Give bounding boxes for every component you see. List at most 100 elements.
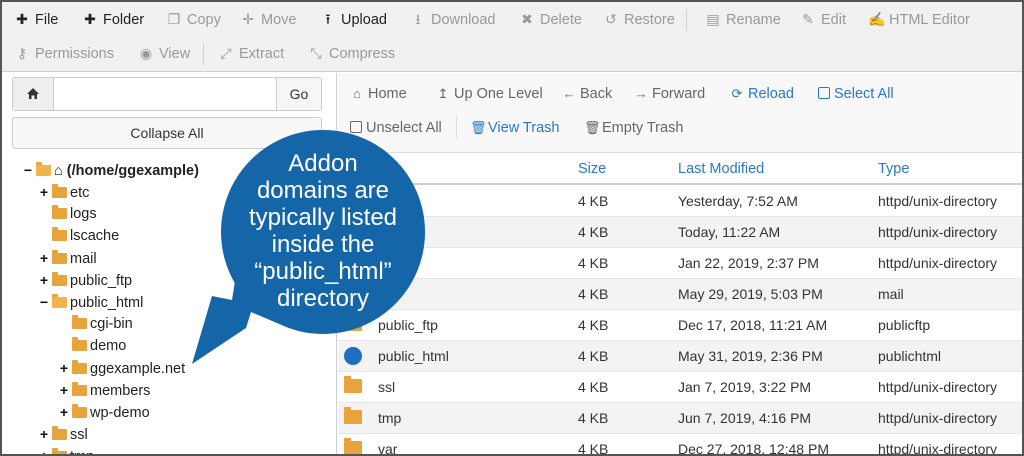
tree-item-demo[interactable]: demo bbox=[58, 335, 126, 357]
button-label: Delete bbox=[540, 12, 582, 28]
tree-item-label: (/home/ggexample) bbox=[66, 163, 199, 179]
button-label: Select All bbox=[834, 86, 894, 102]
table-row[interactable]: 4 KB Today, 11:22 AM httpd/unix-directory bbox=[338, 217, 1024, 248]
button-label: Download bbox=[431, 12, 496, 28]
home-icon: ⌂ bbox=[353, 86, 361, 101]
folder-icon bbox=[52, 250, 67, 264]
table-row[interactable]: ssl 4 KB Jan 7, 2019, 3:22 PM httpd/unix-di… bbox=[338, 372, 1024, 403]
restore-icon: ↺ bbox=[605, 11, 617, 27]
copy-button[interactable]: ❐ Copy bbox=[166, 2, 221, 36]
button-label: File bbox=[35, 12, 59, 28]
restore-button[interactable]: ↺ Restore bbox=[603, 2, 675, 36]
tree-item-lscache[interactable]: lscache bbox=[38, 225, 119, 247]
path-bar: Go bbox=[12, 77, 322, 111]
table-row[interactable]: tmp 4 KB Jun 7, 2019, 4:16 PM httpd/unix-di… bbox=[338, 403, 1024, 434]
tree-item-tmp[interactable]: + tmp bbox=[38, 445, 94, 456]
cell-size: 4 KB bbox=[578, 348, 609, 364]
button-label: Copy bbox=[187, 12, 221, 28]
empty-trash-button[interactable]: 🗑Empty Trash bbox=[584, 113, 683, 143]
collapse-icon[interactable]: − bbox=[38, 291, 50, 313]
tree-item-ggexample-net[interactable]: + ggexample.net bbox=[58, 357, 185, 379]
view-trash-button[interactable]: 🗑View Trash bbox=[470, 113, 559, 143]
tree-item-public-html[interactable]: − public_html bbox=[38, 291, 143, 313]
button-label: Up One Level bbox=[454, 86, 543, 102]
table-header: e Size Last Modified Type bbox=[338, 153, 1024, 185]
trash-icon: 🗑 bbox=[470, 120, 487, 135]
expand-icon[interactable]: + bbox=[58, 401, 70, 423]
navigation-bar: ⌂ Home ↥ Up One Level ← Back → Forward ⟳ Reload Se… bbox=[338, 73, 1024, 153]
tree-item-members[interactable]: + members bbox=[58, 379, 150, 401]
tree-item-label: ssl bbox=[70, 427, 88, 443]
tree-item-ssl[interactable]: + ssl bbox=[38, 423, 88, 445]
expand-icon[interactable]: + bbox=[58, 357, 70, 379]
unselect-all-button[interactable]: Unselect All bbox=[350, 113, 442, 143]
tree-item-mail[interactable]: + mail bbox=[38, 247, 97, 269]
path-input[interactable] bbox=[55, 78, 277, 110]
expand-icon[interactable]: + bbox=[38, 247, 50, 269]
html-editor-button[interactable]: ✍ HTML Editor bbox=[868, 2, 970, 36]
toolbar-row-2: ⚷ Permissions ◉ View ⤢ Extract ⤡ Compress bbox=[0, 36, 1024, 70]
column-size-header[interactable]: Size bbox=[578, 153, 606, 185]
tree-item-wp-demo[interactable]: + wp-demo bbox=[58, 401, 150, 423]
compress-button[interactable]: ⤡ Compress bbox=[308, 36, 395, 70]
tree-item-logs[interactable]: logs bbox=[38, 203, 97, 225]
expand-icon[interactable]: + bbox=[38, 269, 50, 291]
rename-button[interactable]: ▤ Rename bbox=[705, 2, 780, 36]
file-button[interactable]: ✚ File bbox=[14, 2, 58, 36]
tree-item-home-ggexample[interactable]: − ⌂ (/home/ggexample) bbox=[22, 159, 199, 181]
expand-icon: ⤢ bbox=[220, 45, 232, 61]
button-label: View Trash bbox=[488, 120, 560, 136]
delete-button[interactable]: ✖ Delete bbox=[519, 2, 582, 36]
folder-button[interactable]: ✚ Folder bbox=[82, 2, 144, 36]
expand-icon[interactable]: + bbox=[58, 379, 70, 401]
cell-size: 4 KB bbox=[578, 193, 609, 209]
home-icon: ⌂ bbox=[54, 163, 67, 179]
expand-icon[interactable]: + bbox=[38, 181, 50, 203]
open-folder-icon bbox=[36, 162, 51, 176]
download-button[interactable]: ⭳ Download bbox=[410, 2, 496, 36]
cell-modified: Jan 22, 2019, 2:37 PM bbox=[678, 255, 819, 271]
expand-icon[interactable]: + bbox=[38, 423, 50, 445]
edit-button[interactable]: ✎ Edit bbox=[800, 2, 846, 36]
expand-icon[interactable]: + bbox=[38, 445, 50, 456]
folder-icon bbox=[52, 272, 67, 286]
view-button[interactable]: ◉ View bbox=[138, 36, 190, 70]
cell-modified: Dec 17, 2018, 11:21 AM bbox=[678, 317, 828, 333]
home-button[interactable]: ⌂ Home bbox=[350, 79, 407, 109]
go-button[interactable]: Go bbox=[276, 78, 321, 110]
column-name-header[interactable]: e bbox=[382, 153, 390, 185]
up-one-level-button[interactable]: ↥ Up One Level bbox=[436, 79, 543, 109]
column-type-header[interactable]: Type bbox=[878, 153, 909, 185]
move-button[interactable]: ✛ Move bbox=[240, 2, 296, 36]
table-row[interactable]: 4 KB May 29, 2019, 5:03 PM mail bbox=[338, 279, 1024, 310]
forward-arrow-icon: → bbox=[634, 86, 648, 101]
select-all-button[interactable]: Select All bbox=[818, 79, 894, 109]
table-row[interactable]: public_html 4 KB May 31, 2019, 2:36 PM publ… bbox=[338, 341, 1024, 372]
extract-button[interactable]: ⤢ Extract bbox=[218, 36, 284, 70]
permissions-button[interactable]: ⚷ Permissions bbox=[14, 36, 114, 70]
collapse-all-button[interactable]: Collapse All bbox=[12, 117, 322, 149]
tree-item-public-ftp[interactable]: + public_ftp bbox=[38, 269, 132, 291]
file-list-panel: ⌂ Home ↥ Up One Level ← Back → Forward ⟳ Reload Se… bbox=[338, 73, 1024, 456]
upload-icon: ⭱ bbox=[325, 11, 331, 27]
tree-item-cgi-bin[interactable]: cgi-bin bbox=[58, 313, 133, 335]
table-row[interactable]: 4 KB Jan 22, 2019, 2:37 PM httpd/unix-dire… bbox=[338, 248, 1024, 279]
collapse-icon[interactable]: − bbox=[22, 159, 34, 181]
upload-button[interactable]: ⭱ Upload bbox=[320, 2, 387, 36]
tree-item-label: public_ftp bbox=[70, 273, 133, 289]
toolbar-separator bbox=[203, 43, 204, 65]
table-row[interactable]: public_ftp 4 KB Dec 17, 2018, 11:21 AM publ… bbox=[338, 310, 1024, 341]
column-modified-header[interactable]: Last Modified bbox=[678, 153, 764, 185]
folder-icon bbox=[344, 283, 362, 300]
back-button[interactable]: ← Back bbox=[562, 79, 613, 109]
table-row[interactable]: 4 KB Yesterday, 7:52 AM httpd/unix-directo… bbox=[338, 186, 1024, 217]
tree-item-etc[interactable]: + etc bbox=[38, 181, 89, 203]
button-label: Move bbox=[261, 12, 297, 28]
move-icon: ✛ bbox=[242, 11, 254, 27]
reload-button[interactable]: ⟳ Reload bbox=[730, 79, 794, 109]
button-label: Folder bbox=[103, 12, 145, 28]
table-row[interactable]: var 4 KB Dec 27, 2018, 12:48 PM httpd/unix-… bbox=[338, 434, 1024, 456]
forward-button[interactable]: → Forward bbox=[634, 79, 706, 109]
home-button[interactable] bbox=[13, 78, 54, 110]
cell-modified: Today, 11:22 AM bbox=[678, 224, 781, 240]
